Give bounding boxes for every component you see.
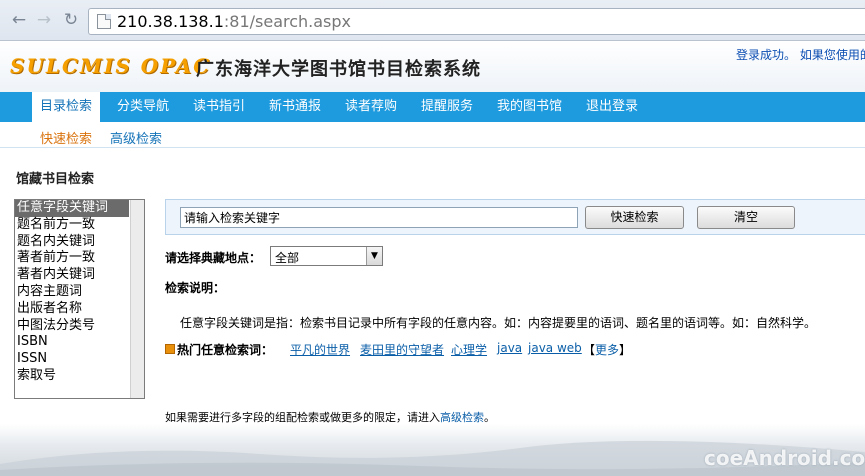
quick-search-button[interactable]: 快速检索 bbox=[585, 206, 684, 229]
forward-arrow-icon[interactable]: → bbox=[35, 11, 53, 29]
watermark: coeAndroid.com bbox=[704, 446, 865, 470]
list-item[interactable]: ISSN bbox=[15, 351, 129, 368]
advanced-search-note: 如果需要进行多字段的组配检索或做更多的限定，请进入高级检索。 bbox=[165, 411, 495, 424]
list-item[interactable]: ISBN bbox=[15, 334, 129, 351]
help-text: 任意字段关键词是指：检索书目记录中所有字段的任意内容。如：内容提要里的语词、题名… bbox=[180, 316, 817, 330]
login-status: 登录成功。 如果您使用的 bbox=[736, 48, 865, 62]
list-item[interactable]: 题名前方一致 bbox=[15, 217, 129, 234]
section-title: 馆藏书目检索 bbox=[16, 172, 95, 187]
hot-term-link[interactable]: java bbox=[497, 341, 522, 355]
nav-reminder[interactable]: 提醒服务 bbox=[421, 92, 473, 122]
location-selected-value: 全部 bbox=[275, 251, 300, 265]
list-item[interactable]: 中图法分类号 bbox=[15, 318, 129, 335]
nav-logout[interactable]: 退出登录 bbox=[586, 92, 638, 122]
tab-quick-search[interactable]: 快速检索 bbox=[40, 128, 92, 147]
hot-term-link[interactable]: 平凡的世界 bbox=[290, 341, 350, 358]
reload-icon[interactable]: ↻ bbox=[62, 11, 80, 29]
listbox-scrollbar[interactable] bbox=[130, 200, 144, 398]
nav-classification[interactable]: 分类导航 bbox=[117, 92, 169, 122]
list-item[interactable]: 任意字段关键词 bbox=[15, 200, 129, 217]
location-select[interactable]: 全部 ▼ bbox=[270, 246, 383, 266]
clear-button[interactable]: 清空 bbox=[697, 206, 795, 229]
page-icon bbox=[97, 14, 111, 29]
site-header: SULCMIS OPAC 广东海洋大学图书馆书目检索系统 登录成功。 如果您使用… bbox=[0, 41, 865, 92]
list-item[interactable]: 著者前方一致 bbox=[15, 250, 129, 267]
nav-catalog-search[interactable]: 目录检索 bbox=[32, 92, 101, 122]
search-input[interactable] bbox=[180, 207, 578, 228]
sub-nav: 快速检索 高级检索 bbox=[0, 122, 865, 148]
nav-reading-guide[interactable]: 读书指引 bbox=[193, 92, 245, 122]
more-link[interactable]: 更多 bbox=[595, 343, 619, 357]
list-item[interactable]: 著者内关键词 bbox=[15, 267, 129, 284]
chevron-down-icon[interactable]: ▼ bbox=[366, 247, 382, 265]
main-nav: 目录检索 分类导航 读书指引 新书通报 读者荐购 提醒服务 我的图书馆 退出登录 bbox=[0, 92, 865, 122]
list-item[interactable]: 题名内关键词 bbox=[15, 234, 129, 251]
back-arrow-icon[interactable]: ← bbox=[10, 11, 28, 29]
help-label: 检索说明： bbox=[165, 281, 226, 295]
hot-term-link[interactable]: 麦田里的守望者 bbox=[360, 341, 444, 358]
list-item[interactable]: 索取号 bbox=[15, 368, 129, 385]
hot-icon bbox=[165, 344, 175, 354]
system-title: 广东海洋大学图书馆书目检索系统 bbox=[196, 59, 481, 80]
search-field-listbox[interactable]: 任意字段关键词 题名前方一致 题名内关键词 著者前方一致 著者内关键词 内容主题… bbox=[14, 199, 145, 399]
address-bar[interactable]: 210.38.138.1:81/search.aspx bbox=[88, 8, 865, 35]
hot-term-link[interactable]: java web bbox=[528, 341, 582, 355]
location-label: 请选择典藏地点： bbox=[165, 251, 262, 265]
tab-advanced-search[interactable]: 高级检索 bbox=[110, 128, 162, 147]
hot-terms-label: 热门任意检索词： bbox=[177, 343, 274, 357]
logo: SULCMIS OPAC bbox=[10, 54, 212, 78]
nav-my-library[interactable]: 我的图书馆 bbox=[497, 92, 562, 122]
advanced-search-link[interactable]: 高级检索 bbox=[440, 411, 484, 424]
nav-new-books[interactable]: 新书通报 bbox=[269, 92, 321, 122]
more-link-wrap: 【更多】 bbox=[583, 343, 632, 357]
browser-toolbar: ← → ↻ 210.38.138.1:81/search.aspx bbox=[0, 0, 865, 41]
list-item[interactable]: 出版者名称 bbox=[15, 301, 129, 318]
url-text: 210.38.138.1:81/search.aspx bbox=[117, 12, 352, 31]
nav-recommend[interactable]: 读者荐购 bbox=[345, 92, 397, 122]
list-item[interactable]: 内容主题词 bbox=[15, 284, 129, 301]
hot-term-link[interactable]: 心理学 bbox=[451, 341, 487, 358]
